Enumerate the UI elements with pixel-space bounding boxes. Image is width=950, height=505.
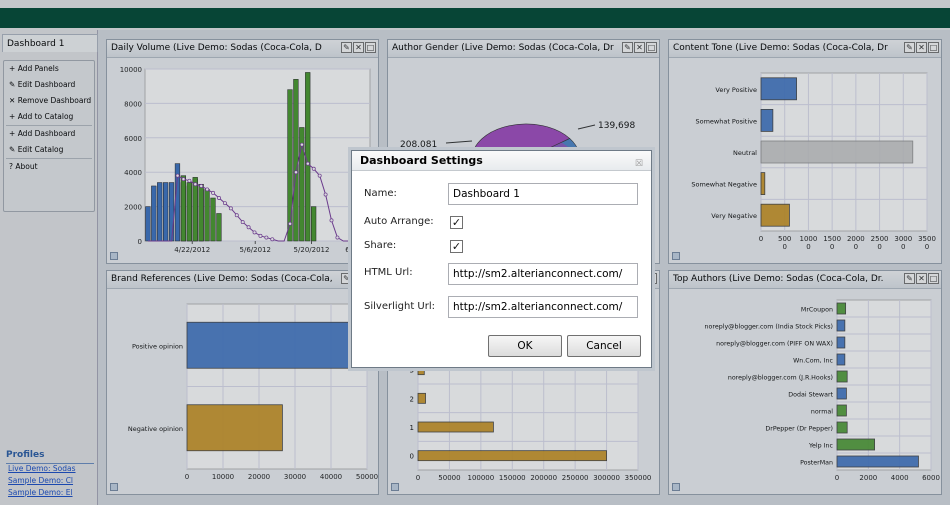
share-checkbox[interactable]: ✓ <box>450 240 463 253</box>
dialog-title: Dashboard Settings <box>360 154 483 167</box>
html-url-label: HTML Url: <box>364 267 413 278</box>
cancel-button[interactable]: Cancel <box>567 335 641 357</box>
html-url-input[interactable]: http://sm2.alterianconnect.com/ <box>448 263 638 285</box>
auto-arrange-label: Auto Arrange: <box>364 216 434 227</box>
close-icon[interactable]: ☒ <box>635 154 643 174</box>
name-input[interactable]: Dashboard 1 <box>448 183 638 205</box>
silverlight-url-input[interactable]: http://sm2.alterianconnect.com/ <box>448 296 638 318</box>
silverlight-url-label: Silverlight Url: <box>364 301 436 312</box>
auto-arrange-checkbox[interactable]: ✓ <box>450 216 463 229</box>
share-label: Share: <box>364 240 397 251</box>
dashboard-settings-dialog: Dashboard Settings ☒ Name: Dashboard 1 Au… <box>351 150 652 368</box>
name-label: Name: <box>364 188 397 199</box>
ok-button[interactable]: OK <box>488 335 562 357</box>
dialog-header: Dashboard Settings ☒ <box>352 151 651 171</box>
